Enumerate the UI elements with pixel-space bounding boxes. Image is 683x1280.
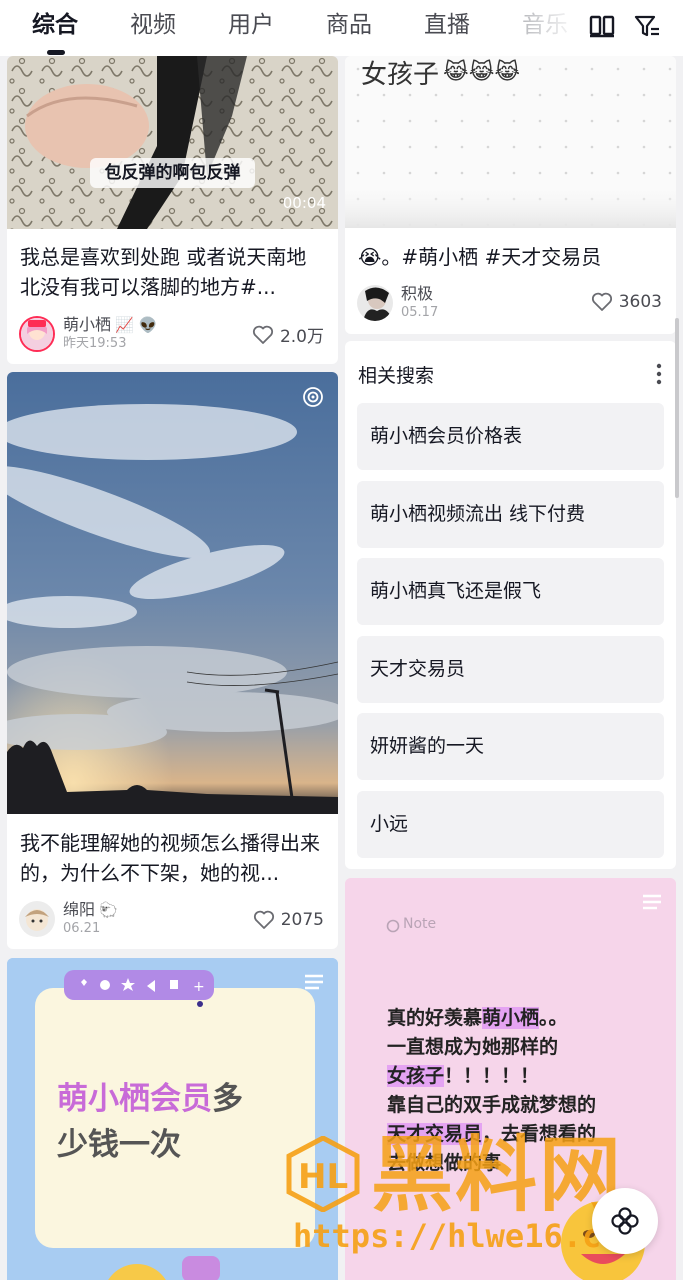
cover-line: 一直想成为她那样的 (387, 1036, 559, 1058)
avatar[interactable] (19, 901, 55, 937)
like-count-value: 2.0万 (279, 327, 324, 347)
author-emoji: 🐑 (99, 901, 118, 919)
related-search-item[interactable]: 小远 (357, 791, 664, 858)
related-search-item[interactable]: 萌小栖会员价格表 (357, 403, 664, 470)
filter-icon[interactable] (633, 12, 661, 40)
post-time: 05.17 (401, 305, 439, 320)
like-count[interactable]: 3603 (591, 292, 662, 312)
video-title: 我总是喜欢到处跑 或者说天南地北没有我可以落脚的地方#... (20, 245, 307, 299)
tab-fade-mask (520, 0, 580, 56)
heart-icon (252, 325, 273, 344)
author-row[interactable]: 积极 05.17 (357, 284, 438, 322)
video-card-4[interactable]: + 萌小栖会员多 少钱一次 (7, 958, 338, 1280)
video-title: 😭。#萌小栖 #天才交易员 (358, 245, 602, 269)
related-search-panel: 相关搜索 萌小栖会员价格表 萌小栖视频流出 线下付费 萌小栖真飞还是假飞 天才交… (345, 341, 676, 869)
author-row[interactable]: 萌小栖 📈 👽 昨天19:53 (19, 315, 157, 353)
heart-icon (253, 910, 274, 929)
video-card-1[interactable]: 包反弹的啊包反弹 00:04 我总是喜欢到处跑 或者说天南地北没有我可以落脚的地… (7, 56, 338, 364)
search-tab-bar: 综合 视频 用户 商品 直播 音乐 (0, 0, 683, 56)
heart-icon (591, 292, 612, 311)
cover-line: 真的好羡慕 (387, 1007, 483, 1029)
related-search-item[interactable]: 妍妍酱的一天 (357, 713, 664, 780)
cover-line: 去做想做的事 (387, 1152, 502, 1174)
video-duration: 00:04 (282, 194, 326, 212)
video-card-3[interactable]: 我不能理解她的视频怎么播得出来的，为什么不下架，她的视... 绵阳 🐑 06.21… (7, 372, 338, 949)
related-search-item[interactable]: 萌小栖视频流出 线下付费 (357, 481, 664, 548)
like-count-value: 2075 (280, 910, 324, 930)
cover-line: ，去看想看的 (482, 1123, 597, 1145)
cover-line: 。。 (539, 1007, 568, 1029)
tab-comprehensive[interactable]: 综合 (32, 8, 78, 42)
like-count-value: 3603 (618, 292, 662, 312)
clover-icon (611, 1207, 639, 1235)
cover-text: 女孩子 😹😹😹 (361, 56, 520, 91)
active-tab-indicator (47, 50, 65, 55)
cover-line-highlight: 天才交易员 (387, 1123, 483, 1145)
tab-user[interactable]: 用户 (228, 8, 274, 42)
tab-goods[interactable]: 商品 (326, 8, 372, 42)
cover-text: 萌小栖会员多 少钱一次 (57, 1076, 243, 1168)
video-thumbnail (7, 372, 338, 814)
related-search-item[interactable]: 天才交易员 (357, 636, 664, 703)
post-time: 昨天19:53 (63, 336, 127, 351)
cover-text: 真的好羡慕萌小栖。。 一直想成为她那样的 女孩子！！！！！ 靠自己的双手成就梦想… (387, 1004, 667, 1178)
avatar[interactable] (19, 316, 55, 352)
like-count[interactable]: 2075 (253, 910, 324, 930)
cover-line: ！！！！！ (444, 1065, 540, 1087)
cover-line-highlight: 萌小栖 (482, 1007, 540, 1029)
cover-text-rest: 多 (212, 1081, 243, 1117)
svg-text:+: + (193, 979, 205, 995)
cover-text-label: 女孩子 (361, 60, 440, 90)
tab-video[interactable]: 视频 (130, 8, 176, 42)
video-overlay-caption: 包反弹的啊包反弹 (104, 163, 241, 183)
author-row[interactable]: 绵阳 🐑 06.21 (19, 900, 118, 938)
post-time: 06.21 (63, 921, 101, 936)
author-name[interactable]: 绵阳 (63, 900, 95, 920)
more-options-icon[interactable] (656, 363, 662, 385)
author-emoji: 📈 👽 (115, 316, 158, 334)
related-search-title: 相关搜索 (358, 365, 435, 387)
video-title: 我不能理解她的视频怎么播得出来的，为什么不下架，她的视... (20, 831, 320, 885)
dual-column-layout-icon[interactable] (588, 12, 616, 40)
cover-line: 靠自己的双手成就梦想的 (387, 1094, 597, 1116)
note-label: Note (403, 916, 437, 932)
cover-text-rest: 少钱一次 (57, 1127, 181, 1163)
avatar[interactable] (357, 285, 393, 321)
floating-action-button[interactable] (592, 1188, 658, 1254)
cover-line-highlight: 女孩子 (387, 1065, 445, 1087)
like-count[interactable]: 2.0万 (252, 322, 324, 347)
cover-text-highlight: 萌小栖会员 (57, 1081, 212, 1117)
cover-emoji: 😹😹😹 (443, 60, 521, 85)
scrollbar[interactable] (675, 318, 679, 498)
video-card-2[interactable]: 女孩子 😹😹😹 😭。#萌小栖 #天才交易员 积极 05.17 3603 (345, 56, 676, 334)
related-search-item[interactable]: 萌小栖真飞还是假飞 (357, 558, 664, 625)
tab-live[interactable]: 直播 (424, 8, 470, 42)
author-name[interactable]: 萌小栖 (63, 315, 111, 335)
author-name[interactable]: 积极 (401, 284, 433, 304)
